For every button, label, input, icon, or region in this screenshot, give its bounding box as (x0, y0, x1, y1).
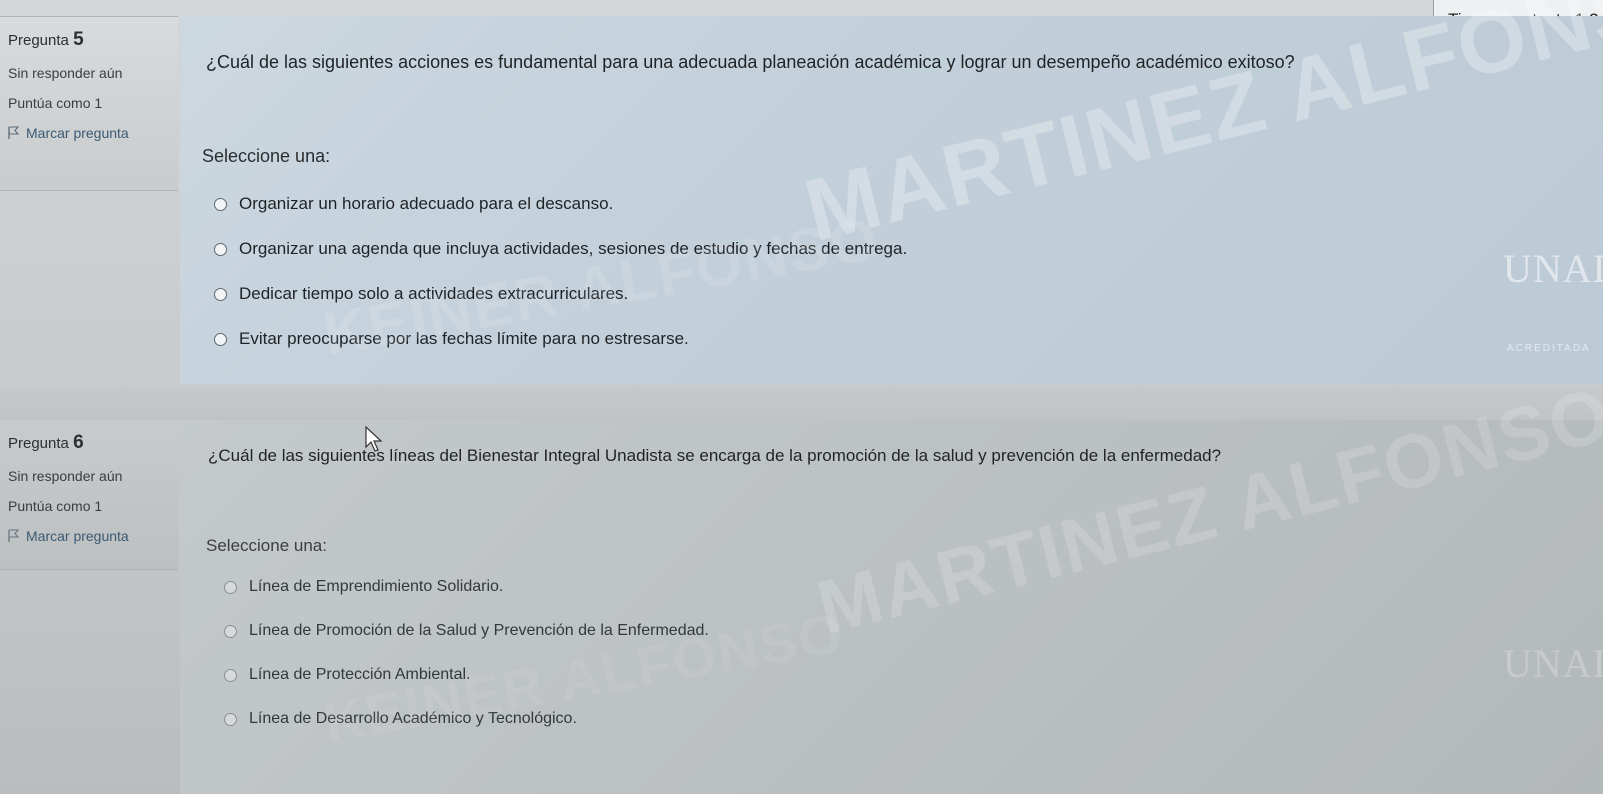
radio-button[interactable] (214, 287, 227, 301)
answer-options: Línea de Emprendimiento Solidario. Línea… (224, 575, 709, 751)
select-prompt: Seleccione una: (202, 146, 331, 166)
question-separator (0, 385, 1603, 420)
answer-option[interactable]: Línea de Emprendimiento Solidario. (224, 575, 709, 599)
answer-option[interactable]: Línea de Desarrollo Académico y Tecnológ… (224, 707, 709, 731)
answer-option[interactable]: Organizar una agenda que incluya activid… (214, 237, 907, 261)
flag-question-label: Marcar pregunta (26, 528, 129, 544)
answer-option[interactable]: Organizar un horario adecuado para el de… (214, 192, 907, 216)
question-info: Pregunta 6 Sin responder aún Puntúa como… (0, 420, 178, 570)
flag-question-link[interactable]: Marcar pregunta (8, 528, 170, 544)
answer-option[interactable]: Línea de Promoción de la Salud y Prevenc… (224, 619, 709, 643)
question-number-value: 5 (73, 29, 84, 50)
option-label: Línea de Promoción de la Salud y Prevenc… (249, 622, 709, 639)
flag-question-label: Marcar pregunta (26, 125, 129, 141)
question-state: Sin responder aún (8, 65, 123, 81)
question-text: ¿Cuál de las siguientes líneas del Biene… (208, 446, 1222, 465)
radio-button[interactable] (214, 242, 227, 256)
quiz-page: Tiempo restante 1:2 Pregunta 5 Sin respo… (0, 0, 1603, 794)
option-label: Dedicar tiempo solo a actividades extrac… (239, 284, 629, 303)
mouse-cursor-icon (365, 425, 383, 452)
flag-icon (8, 126, 20, 139)
answer-options: Organizar un horario adecuado para el de… (214, 192, 907, 372)
radio-button[interactable] (224, 712, 237, 726)
select-prompt: Seleccione una: (206, 536, 327, 555)
question-number: Pregunta 6 (8, 432, 170, 454)
question-number-label: Pregunta (8, 32, 69, 49)
question-content: ¿Cuál de las siguientes acciones es fund… (180, 16, 1603, 384)
answer-option[interactable]: Línea de Protección Ambiental. (224, 663, 709, 687)
question-5: Pregunta 5 Sin responder aún Puntúa como… (0, 0, 1603, 385)
flag-icon (8, 529, 20, 542)
answer-option[interactable]: Dedicar tiempo solo a actividades extrac… (214, 282, 907, 306)
question-number: Pregunta 5 (8, 29, 170, 51)
question-content: ¿Cuál de las siguientes líneas del Biene… (180, 420, 1603, 794)
option-label: Línea de Desarrollo Académico y Tecnológ… (249, 710, 577, 727)
question-grade: Puntúa como 1 (8, 498, 103, 514)
radio-button[interactable] (214, 332, 227, 346)
question-state: Sin responder aún (8, 468, 123, 484)
option-label: Línea de Protección Ambiental. (249, 666, 471, 683)
radio-button[interactable] (224, 624, 237, 638)
question-6: Pregunta 6 Sin responder aún Puntúa como… (0, 420, 1603, 794)
option-label: Línea de Emprendimiento Solidario. (249, 578, 504, 595)
option-label: Organizar una agenda que incluya activid… (239, 239, 908, 258)
question-text: ¿Cuál de las siguientes acciones es fund… (206, 52, 1295, 72)
question-info: Pregunta 5 Sin responder aún Puntúa como… (0, 16, 178, 191)
radio-button[interactable] (224, 668, 237, 682)
flag-question-link[interactable]: Marcar pregunta (8, 125, 170, 141)
radio-button[interactable] (214, 197, 227, 211)
option-label: Evitar preocuparse por las fechas límite… (239, 329, 689, 348)
question-grade: Puntúa como 1 (8, 95, 103, 111)
question-number-value: 6 (73, 432, 84, 453)
answer-option[interactable]: Evitar preocuparse por las fechas límite… (214, 327, 907, 351)
radio-button[interactable] (224, 580, 237, 594)
option-label: Organizar un horario adecuado para el de… (239, 194, 614, 213)
question-number-label: Pregunta (8, 435, 69, 452)
